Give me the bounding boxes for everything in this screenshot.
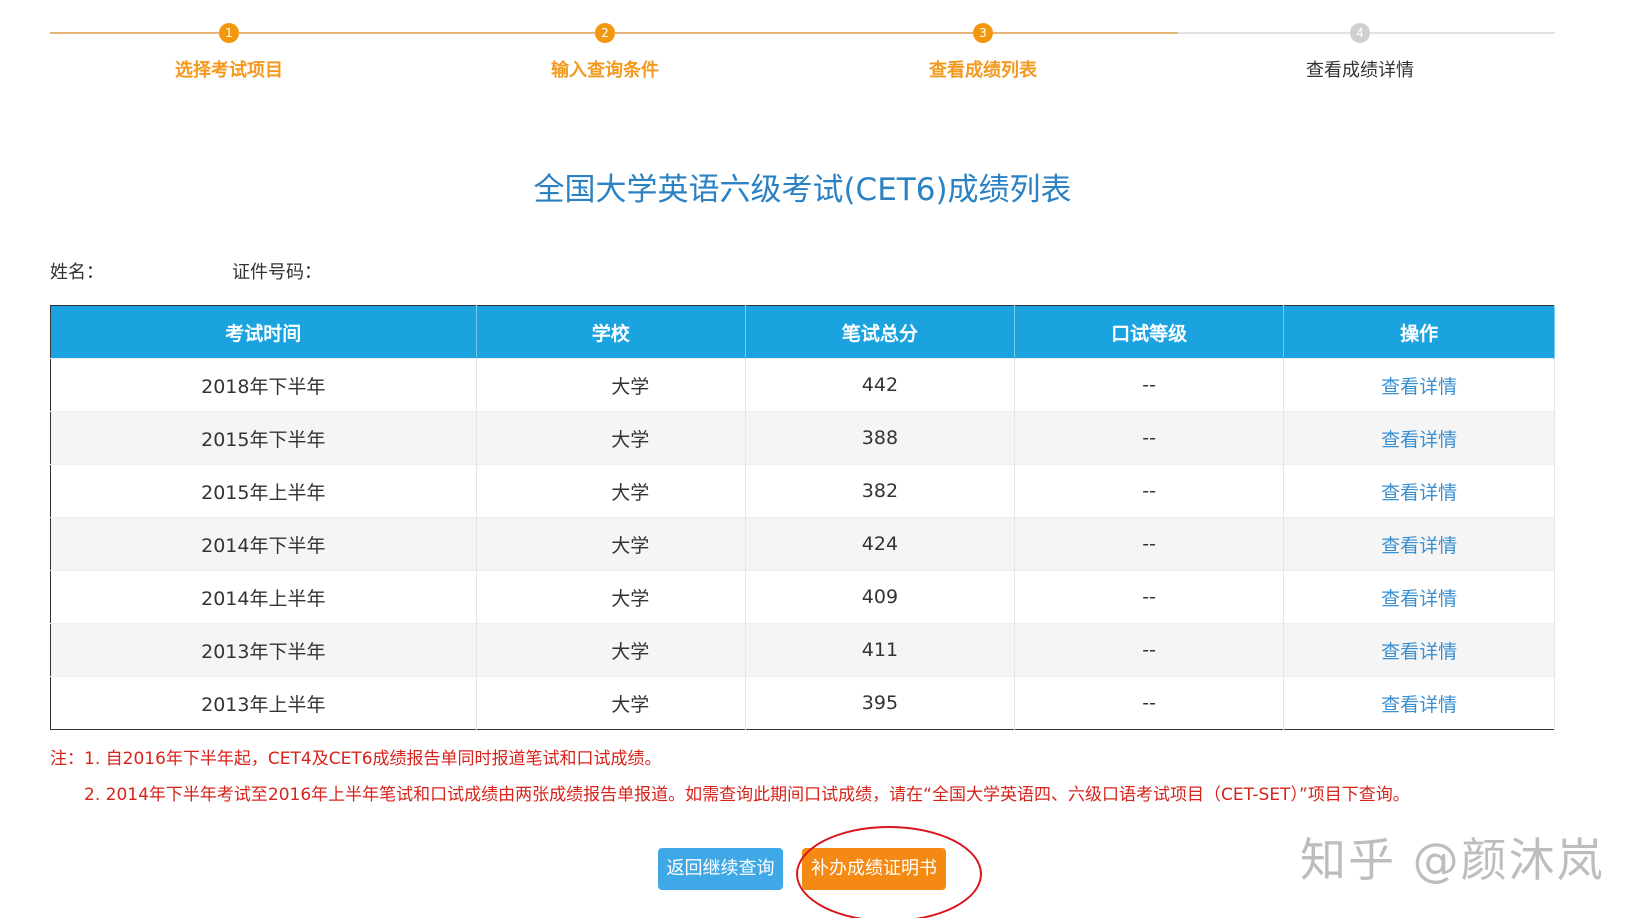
table-row: 2014年下半年 大学 424 -- 查看详情 (50, 517, 1555, 571)
cell-written-score: 442 (745, 358, 1016, 412)
cell-exam-time: 2015年上半年 (50, 464, 477, 518)
cell-school: 大学 (476, 358, 746, 412)
cell-oral-grade: -- (1014, 358, 1285, 412)
step-2-label: 输入查询条件 (551, 60, 659, 81)
watermark: 知乎 @颜沐岚 (1300, 833, 1605, 887)
cell-exam-time: 2018年下半年 (50, 358, 477, 412)
table-row: 2015年下半年 大学 388 -- 查看详情 (50, 411, 1555, 465)
page-title: 全国大学英语六级考试(CET6)成绩列表 (533, 172, 1072, 208)
step-3-label: 查看成绩列表 (929, 60, 1037, 81)
cell-school: 大学 (476, 411, 746, 465)
step-1: 1 选择考试项目 (99, 20, 359, 82)
cell-school: 大学 (476, 623, 746, 677)
cell-exam-time: 2013年下半年 (50, 623, 477, 677)
cell-school: 大学 (476, 676, 746, 730)
step-2: 2 输入查询条件 (475, 20, 735, 82)
view-details-link[interactable]: 查看详情 (1283, 411, 1555, 465)
table-row: 2014年上半年 大学 409 -- 查看详情 (50, 570, 1555, 624)
cell-school: 大学 (476, 464, 746, 518)
header-school: 学校 (476, 305, 746, 359)
table-row: 2015年上半年 大学 382 -- 查看详情 (50, 464, 1555, 518)
cell-exam-time: 2013年上半年 (50, 676, 477, 730)
cell-oral-grade: -- (1014, 570, 1285, 624)
progress-stepper: 1 选择考试项目 2 输入查询条件 3 查看成绩列表 4 查看成绩详情 (50, 20, 1555, 90)
cell-oral-grade: -- (1014, 464, 1285, 518)
cell-oral-grade: -- (1014, 517, 1285, 571)
cell-written-score: 409 (745, 570, 1016, 624)
header-action: 操作 (1283, 305, 1555, 359)
cell-written-score: 424 (745, 517, 1016, 571)
step-4-badge: 4 (1350, 23, 1370, 43)
red-annotation-circle (796, 826, 982, 918)
view-details-link[interactable]: 查看详情 (1283, 623, 1555, 677)
note-1: 注：1. 自2016年下半年起，CET4及CET6成绩报告单同时报道笔试和口试成… (50, 749, 662, 769)
step-4-label: 查看成绩详情 (1306, 60, 1414, 81)
cell-school: 大学 (476, 570, 746, 624)
cell-oral-grade: -- (1014, 676, 1285, 730)
view-details-link[interactable]: 查看详情 (1283, 358, 1555, 412)
step-1-badge: 1 (219, 23, 239, 43)
step-4: 4 查看成绩详情 (1230, 20, 1490, 82)
step-3: 3 查看成绩列表 (853, 20, 1113, 82)
back-continue-query-button[interactable]: 返回继续查询 (658, 848, 783, 890)
table-header-row: 考试时间 学校 笔试总分 口试等级 操作 (50, 305, 1555, 359)
header-exam-time: 考试时间 (50, 305, 477, 359)
step-3-badge: 3 (973, 23, 993, 43)
cell-exam-time: 2014年上半年 (50, 570, 477, 624)
header-written-score: 笔试总分 (745, 305, 1016, 359)
table-row: 2018年下半年 大学 442 -- 查看详情 (50, 358, 1555, 412)
view-details-link[interactable]: 查看详情 (1283, 517, 1555, 571)
cell-written-score: 395 (745, 676, 1016, 730)
score-table-container: 考试时间 学校 笔试总分 口试等级 操作 2018年下半年 大学 442 -- … (50, 305, 1555, 730)
cell-exam-time: 2014年下半年 (50, 517, 477, 571)
score-table: 考试时间 学校 笔试总分 口试等级 操作 2018年下半年 大学 442 -- … (50, 305, 1555, 730)
id-number-label: 证件号码： (232, 262, 322, 283)
view-details-link[interactable]: 查看详情 (1283, 676, 1555, 730)
note-2: 2. 2014年下半年考试至2016年上半年笔试和口试成绩由两张成绩报告单报道。… (84, 785, 1410, 805)
step-2-badge: 2 (595, 23, 615, 43)
cell-oral-grade: -- (1014, 623, 1285, 677)
cell-written-score: 411 (745, 623, 1016, 677)
view-details-link[interactable]: 查看详情 (1283, 570, 1555, 624)
score-list-page: 1 选择考试项目 2 输入查询条件 3 查看成绩列表 4 查看成绩详情 全国大学… (0, 0, 1647, 918)
view-details-link[interactable]: 查看详情 (1283, 464, 1555, 518)
header-oral-grade: 口试等级 (1014, 305, 1285, 359)
cell-written-score: 388 (745, 411, 1016, 465)
cell-oral-grade: -- (1014, 411, 1285, 465)
table-row: 2013年下半年 大学 411 -- 查看详情 (50, 623, 1555, 677)
step-1-label: 选择考试项目 (175, 60, 283, 81)
cell-exam-time: 2015年下半年 (50, 411, 477, 465)
cell-written-score: 382 (745, 464, 1016, 518)
name-label: 姓名： (50, 262, 104, 283)
table-row: 2013年上半年 大学 395 -- 查看详情 (50, 676, 1555, 730)
cell-school: 大学 (476, 517, 746, 571)
